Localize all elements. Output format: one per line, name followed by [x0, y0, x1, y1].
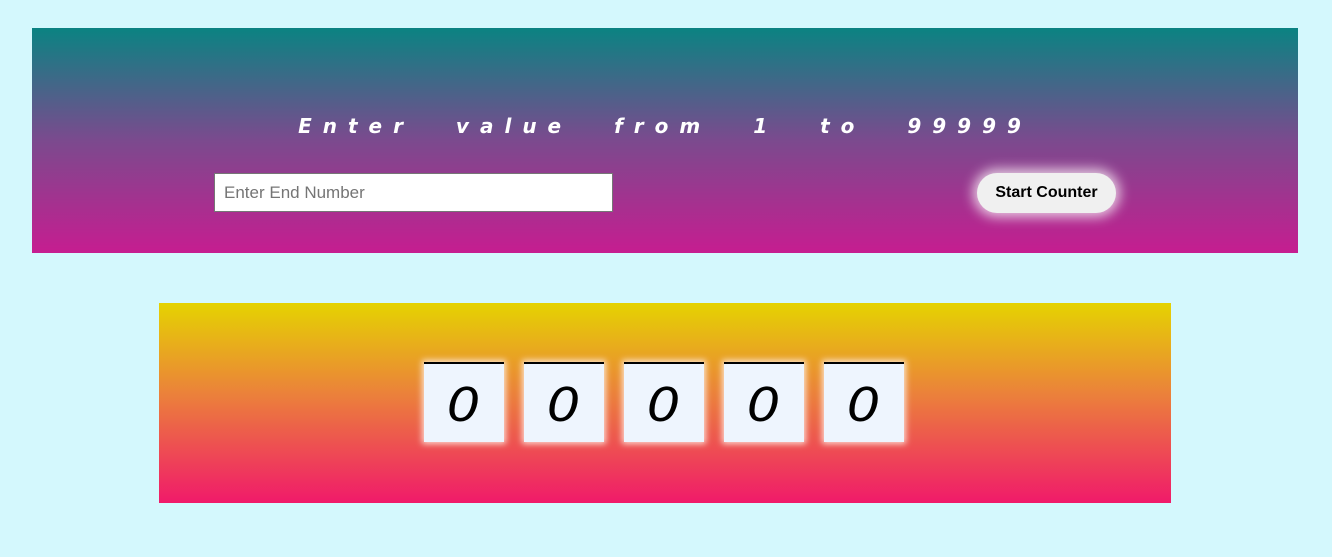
digit-box: 0: [724, 362, 804, 442]
control-panel: Enter value from 1 to 99999 Start Counte…: [32, 28, 1298, 253]
digit-box: 0: [624, 362, 704, 442]
digit-box: 0: [824, 362, 904, 442]
digit-box: 0: [424, 362, 504, 442]
start-counter-button[interactable]: Start Counter: [977, 173, 1116, 213]
digit-value: 0: [747, 378, 781, 432]
digit-value: 0: [647, 378, 681, 432]
digit-value: 0: [547, 378, 581, 432]
end-number-input[interactable]: [214, 173, 613, 212]
digit-display: 0 0 0 0 0: [424, 362, 904, 442]
digit-value: 0: [847, 378, 881, 432]
instruction-heading: Enter value from 1 to 99999: [298, 114, 1032, 138]
digit-value: 0: [447, 378, 481, 432]
counter-panel: 0 0 0 0 0: [159, 303, 1171, 503]
digit-box: 0: [524, 362, 604, 442]
